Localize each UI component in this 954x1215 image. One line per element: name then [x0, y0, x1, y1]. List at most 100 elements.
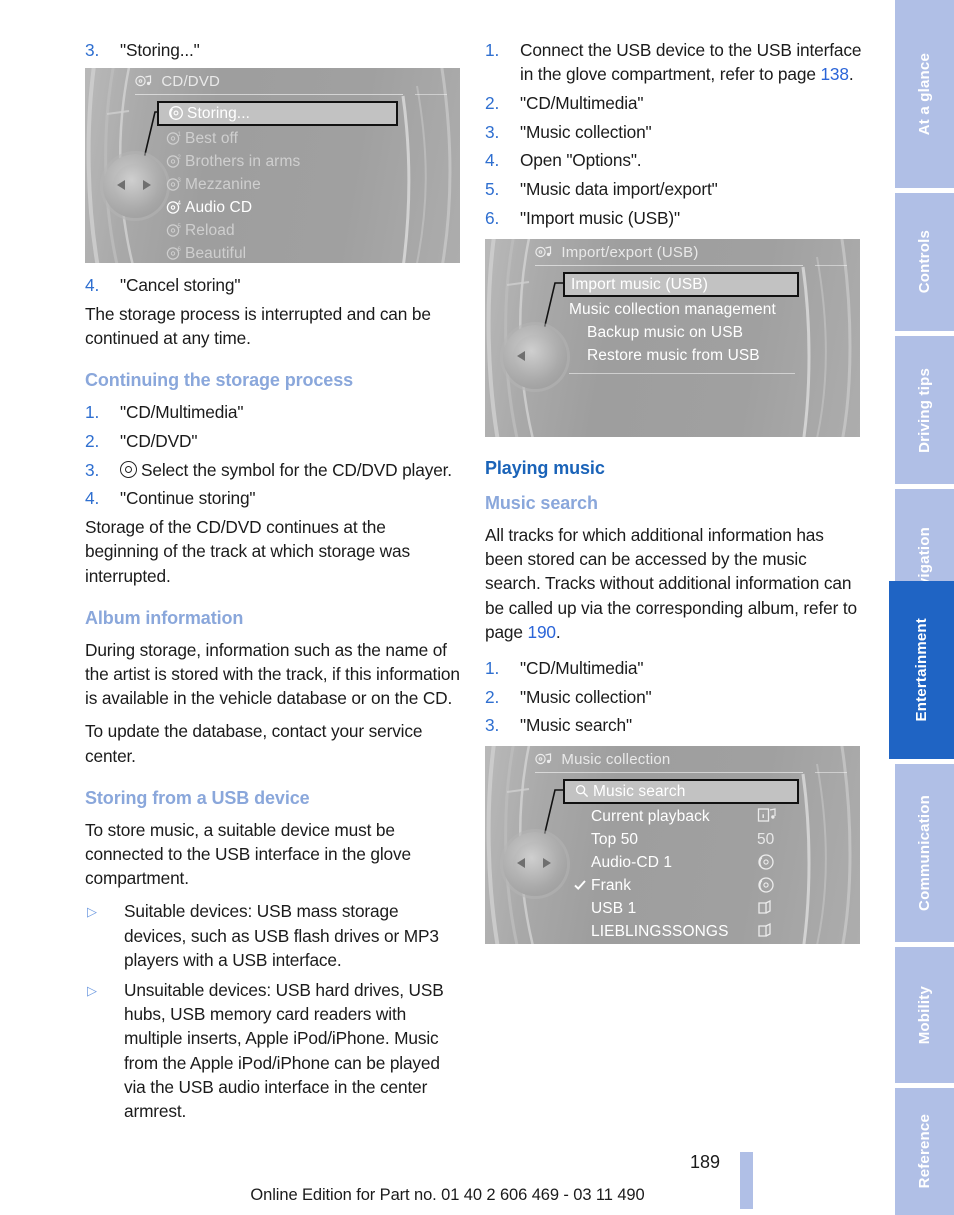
- header-divider: [535, 771, 803, 773]
- menu-item[interactable]: Restore music from USB: [569, 344, 801, 367]
- menu-item[interactable]: 1 Best off: [163, 127, 398, 150]
- step-text: "Music collection": [520, 686, 652, 707]
- menu-item[interactable]: Music collection management: [569, 298, 801, 321]
- list-item: 1. "CD/Multimedia": [485, 656, 863, 680]
- display-header: Import/export (USB): [535, 244, 852, 261]
- page-number: 189: [690, 1152, 721, 1172]
- manual-page: 3. "Storing..." CD/DVD Storing... 1 Best…: [0, 0, 954, 1215]
- arrow-left-icon: [517, 857, 525, 868]
- menu-item-label: Top 50: [591, 830, 639, 848]
- usb-import-step-list: 1. Connect the USB device to the USB inte…: [485, 38, 863, 230]
- sidebar-item-entertainment[interactable]: Entertainment: [889, 581, 954, 759]
- list-item: ▷ Unsuitable devices: USB hard drives, US…: [85, 978, 463, 1123]
- menu-item[interactable]: 6 Beautiful: [163, 242, 398, 263]
- menu-item[interactable]: 5 Reload: [163, 219, 398, 242]
- menu-item-label: Brothers in arms: [185, 153, 301, 171]
- menu-item-label: Music search: [593, 782, 686, 800]
- step-text: Select the symbol for the CD/DVD player.: [141, 459, 452, 480]
- arrow-left-icon: [117, 180, 125, 191]
- folder-icon: [757, 920, 797, 943]
- step-text: "Music collection": [520, 121, 652, 142]
- list-item: 4. "Cancel storing": [85, 273, 463, 297]
- triangle-bullet-icon: ▷: [87, 904, 97, 920]
- section-tabs: At a glance Controls Driving tips Naviga…: [889, 0, 954, 1215]
- list-item: 6. "Import music (USB)": [485, 206, 863, 230]
- sidebar-item-driving-tips[interactable]: Driving tips: [895, 336, 954, 484]
- page-reference[interactable]: 190: [528, 622, 557, 642]
- menu-item[interactable]: 4 Audio CD: [163, 196, 398, 219]
- disc-icon: [165, 103, 187, 124]
- step-text: "Import music (USB)": [520, 207, 681, 228]
- left-column: 3. "Storing..." CD/DVD Storing... 1 Best…: [85, 38, 463, 1129]
- step-text: "Continue storing": [120, 488, 256, 509]
- list-item: 4. "Continue storing": [85, 486, 463, 510]
- paragraph-continues: Storage of the CD/DVD continues at the b…: [85, 517, 410, 586]
- svg-text:3: 3: [178, 178, 182, 184]
- controller-puck: [493, 830, 567, 900]
- svg-text:6: 6: [178, 247, 182, 253]
- music-search-step-list: 1. "CD/Multimedia" 2. "Music collection" 3…: [485, 656, 863, 738]
- header-divider-right: [815, 264, 847, 266]
- sidebar-item-mobility[interactable]: Mobility: [895, 947, 954, 1083]
- count-badge: 50: [757, 830, 775, 848]
- menu-item-label: Restore music from USB: [587, 346, 760, 364]
- list-item: ▷ Suitable devices: USB mass storage devi…: [85, 899, 463, 972]
- step-text: "Cancel storing": [120, 275, 241, 296]
- sidebar-item-controls[interactable]: Controls: [895, 193, 954, 331]
- footer-text: Online Edition for Part no. 01 40 2 606 …: [250, 1186, 645, 1204]
- heading-storing-usb: Storing from a USB device: [85, 787, 310, 808]
- idrive-display-cd-dvd: CD/DVD Storing... 1 Best off 2 Brothers …: [85, 68, 460, 264]
- menu-item[interactable]: Backup music on USB: [569, 321, 801, 344]
- disc-icon: [757, 851, 797, 874]
- bullet-text: Unsuitable devices: USB hard drives, USB…: [124, 979, 444, 1121]
- sidebar-item-at-a-glance[interactable]: At a glance: [895, 0, 954, 188]
- menu-item-label: Audio-CD 1: [591, 853, 673, 871]
- sidebar-item-communication[interactable]: Communication: [895, 764, 954, 942]
- heading-continuing-storage: Continuing the storage process: [85, 370, 354, 391]
- tab-label: Communication: [916, 795, 933, 911]
- display-header: Music collection: [535, 751, 852, 768]
- disc-3-icon: 3: [163, 173, 185, 196]
- sidebar-item-reference[interactable]: Reference: [895, 1088, 954, 1215]
- tab-label: Entertainment: [913, 618, 930, 722]
- menu-item[interactable]: 3 Mezzanine: [163, 173, 398, 196]
- cd-note-icon: [135, 74, 152, 88]
- disc-icon: [120, 460, 137, 478]
- step-number: 4.: [85, 488, 100, 509]
- header-divider-right: [415, 94, 447, 96]
- list-item: 5. "Music data import/export": [485, 177, 863, 201]
- header-divider-right: [815, 771, 847, 773]
- storing-step-list: 3. "Storing...": [85, 38, 463, 62]
- tab-label: Driving tips: [916, 367, 933, 453]
- paragraph-music-search: All tracks for which additional informat…: [485, 523, 863, 644]
- magnifier-icon: [571, 781, 593, 802]
- menu-item-selected[interactable]: Music search: [563, 778, 799, 804]
- idrive-display-import-export: Import/export (USB) Import music (USB) M…: [485, 238, 860, 437]
- step-number: 2.: [485, 686, 500, 707]
- info-note-icon: [757, 805, 797, 828]
- list-item: 4. Open "Options".: [485, 148, 863, 172]
- arrow-right-icon: [143, 180, 151, 191]
- step-text: "CD/Multimedia": [120, 402, 244, 423]
- tab-label: At a glance: [916, 52, 933, 136]
- menu-item-selected[interactable]: Import music (USB): [563, 271, 799, 297]
- display-header: CD/DVD: [135, 73, 452, 90]
- usb-device-bullets: ▷ Suitable devices: USB mass storage devi…: [85, 899, 463, 1123]
- menu-item-label: Audio CD: [185, 199, 253, 217]
- menu-divider: [569, 372, 795, 374]
- step-text: "Music search": [520, 715, 632, 736]
- menu-item-selected[interactable]: Storing...: [157, 101, 398, 127]
- menu-item-label: Beautiful: [185, 245, 247, 263]
- right-column: 1. Connect the USB device to the USB inte…: [485, 38, 863, 954]
- menu-right-icons: 50: [757, 805, 797, 943]
- page-reference[interactable]: 138: [820, 64, 849, 84]
- step-number: 4.: [85, 275, 100, 296]
- list-item: 1. "CD/Multimedia": [85, 400, 463, 424]
- step-text: "CD/DVD": [120, 431, 198, 452]
- menu-item[interactable]: 2 Brothers in arms: [163, 150, 398, 173]
- svg-text:2: 2: [178, 155, 182, 161]
- menu-item-label: Best off: [185, 130, 239, 148]
- menu-item-label: USB 1: [591, 899, 637, 917]
- header-divider: [135, 94, 403, 96]
- menu-item-label: Frank: [591, 876, 632, 894]
